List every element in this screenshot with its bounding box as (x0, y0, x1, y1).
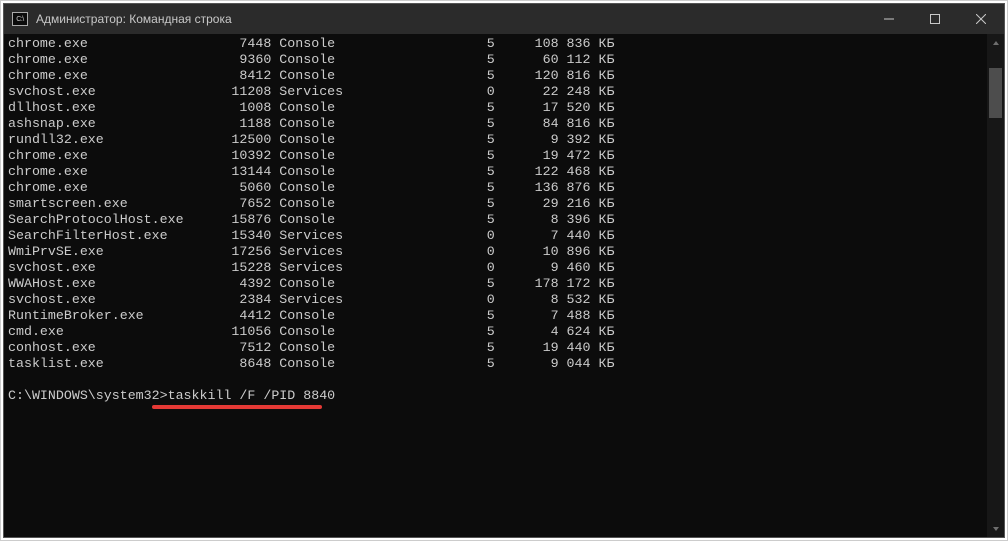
task-row: chrome.exe 13144 Console 5 122 468 КБ (8, 164, 983, 180)
command-prompt-window: C:\ Администратор: Командная строка chro… (3, 3, 1005, 538)
cmd-icon-text: C:\ (16, 16, 23, 23)
scrollbar-up-arrow[interactable] (987, 34, 1004, 51)
task-row: chrome.exe 8412 Console 5 120 816 КБ (8, 68, 983, 84)
task-row: RuntimeBroker.exe 4412 Console 5 7 488 К… (8, 308, 983, 324)
task-row: rundll32.exe 12500 Console 5 9 392 КБ (8, 132, 983, 148)
console-output[interactable]: chrome.exe 7448 Console 5 108 836 КБchro… (4, 34, 987, 537)
task-row: ashsnap.exe 1188 Console 5 84 816 КБ (8, 116, 983, 132)
scrollbar[interactable] (987, 34, 1004, 537)
task-row: chrome.exe 10392 Console 5 19 472 КБ (8, 148, 983, 164)
task-row: WmiPrvSE.exe 17256 Services 0 10 896 КБ (8, 244, 983, 260)
task-row: conhost.exe 7512 Console 5 19 440 КБ (8, 340, 983, 356)
prompt-line[interactable]: C:\WINDOWS\system32>taskkill /F /PID 884… (8, 388, 983, 404)
task-row: chrome.exe 9360 Console 5 60 112 КБ (8, 52, 983, 68)
maximize-button[interactable] (912, 4, 958, 34)
task-row: svchost.exe 15228 Services 0 9 460 КБ (8, 260, 983, 276)
task-row: svchost.exe 2384 Services 0 8 532 КБ (8, 292, 983, 308)
blank-line (8, 372, 983, 388)
task-row: SearchFilterHost.exe 15340 Services 0 7 … (8, 228, 983, 244)
scrollbar-down-arrow[interactable] (987, 520, 1004, 537)
window-title: Администратор: Командная строка (36, 12, 232, 26)
cmd-icon: C:\ (12, 12, 28, 26)
task-row: dllhost.exe 1008 Console 5 17 520 КБ (8, 100, 983, 116)
close-button[interactable] (958, 4, 1004, 34)
titlebar[interactable]: C:\ Администратор: Командная строка (4, 4, 1004, 34)
task-row: tasklist.exe 8648 Console 5 9 044 КБ (8, 356, 983, 372)
task-row: WWAHost.exe 4392 Console 5 178 172 КБ (8, 276, 983, 292)
window-controls (866, 4, 1004, 34)
task-row: chrome.exe 5060 Console 5 136 876 КБ (8, 180, 983, 196)
task-row: SearchProtocolHost.exe 15876 Console 5 8… (8, 212, 983, 228)
minimize-button[interactable] (866, 4, 912, 34)
task-row: svchost.exe 11208 Services 0 22 248 КБ (8, 84, 983, 100)
command-highlight (152, 405, 322, 409)
task-row: cmd.exe 11056 Console 5 4 624 КБ (8, 324, 983, 340)
task-row: smartscreen.exe 7652 Console 5 29 216 КБ (8, 196, 983, 212)
scrollbar-thumb[interactable] (989, 68, 1002, 118)
task-row: chrome.exe 7448 Console 5 108 836 КБ (8, 36, 983, 52)
